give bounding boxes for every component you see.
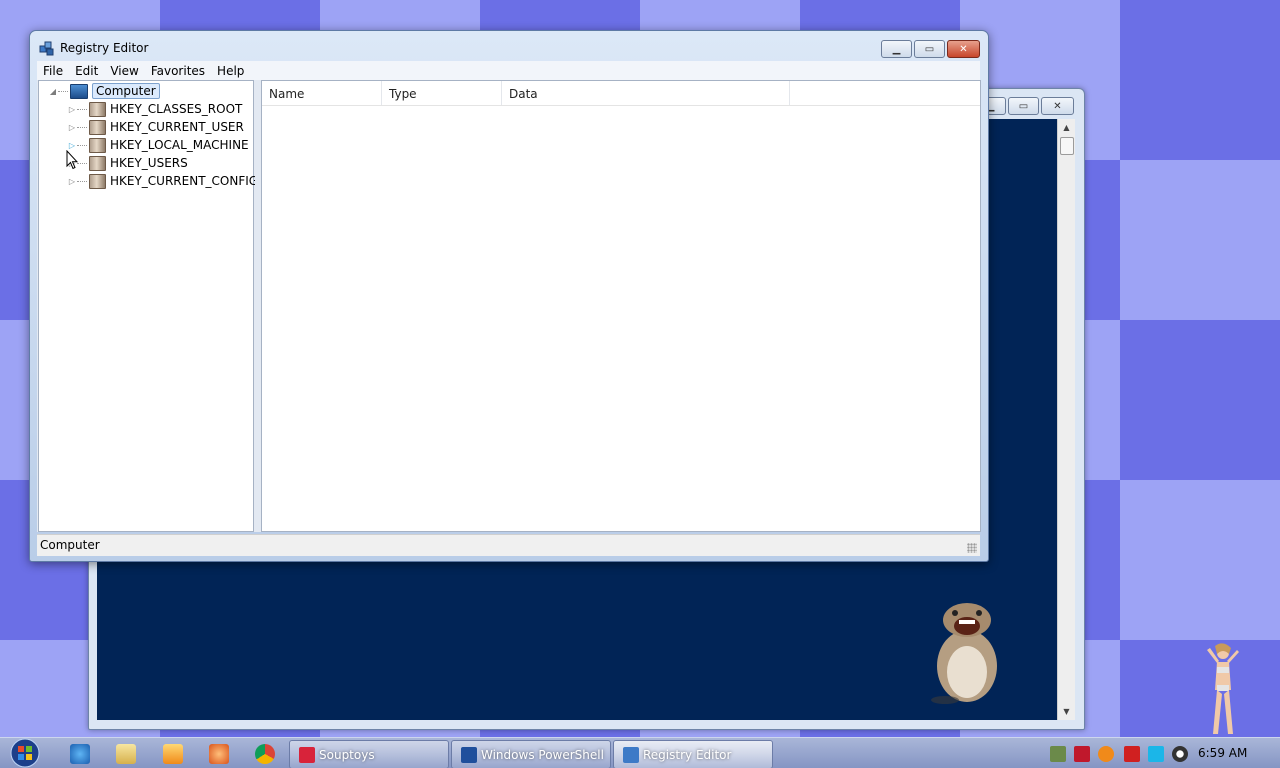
tray-network-icon[interactable] bbox=[1050, 746, 1066, 762]
tree-item-label: HKEY_CURRENT_USER bbox=[110, 120, 244, 134]
column-header-type[interactable]: Type bbox=[382, 81, 502, 105]
scroll-up-arrow-icon[interactable]: ▲ bbox=[1058, 119, 1075, 136]
tree-connector bbox=[77, 162, 87, 164]
scrollbar-thumb[interactable] bbox=[1060, 137, 1074, 155]
folder-icon bbox=[89, 173, 106, 189]
taskbar-item-registry-editor[interactable]: Registry Editor bbox=[613, 740, 773, 768]
tree-item-hkey-local-machine[interactable]: ▷ HKEY_LOCAL_MACHINE bbox=[67, 136, 249, 154]
registry-icon bbox=[623, 746, 639, 763]
folder-icon bbox=[89, 119, 106, 135]
tray-display-icon[interactable] bbox=[1148, 746, 1164, 762]
menu-file[interactable]: File bbox=[37, 64, 69, 78]
menu-bar: File Edit View Favorites Help bbox=[37, 61, 980, 81]
tree-item-hkey-classes-root[interactable]: ▷ HKEY_CLASSES_ROOT bbox=[67, 100, 242, 118]
tray-v-icon[interactable] bbox=[1074, 746, 1090, 762]
collapse-arrow-icon[interactable]: ◢ bbox=[48, 87, 58, 96]
powershell-window-controls: ▁ ▭ ✕ bbox=[975, 97, 1074, 115]
tree-item-label: HKEY_USERS bbox=[110, 156, 188, 170]
taskbar-item-powershell[interactable]: Windows PowerShell bbox=[451, 740, 611, 768]
registry-editor-icon bbox=[39, 41, 54, 56]
tree-item-hkey-users[interactable]: ▷ HKEY_USERS bbox=[67, 154, 188, 172]
taskbar-item-label: Registry Editor bbox=[643, 747, 732, 762]
minimize-button[interactable]: ▁ bbox=[881, 40, 912, 58]
media-player-icon[interactable] bbox=[163, 744, 183, 764]
tree-item-hkey-current-config[interactable]: ▷ HKEY_CURRENT_CONFIG bbox=[67, 172, 258, 190]
expand-arrow-icon[interactable]: ▷ bbox=[67, 177, 77, 186]
maximize-button[interactable]: ▭ bbox=[914, 40, 945, 58]
souptoys-icon bbox=[299, 746, 315, 763]
file-explorer-icon[interactable] bbox=[116, 744, 136, 764]
tree-connector bbox=[77, 126, 87, 128]
taskbar-item-label: Souptoys bbox=[319, 747, 375, 762]
tree-item-hkey-current-user[interactable]: ▷ HKEY_CURRENT_USER bbox=[67, 118, 244, 136]
taskbar-clock[interactable]: 6:59 AM bbox=[1198, 746, 1247, 760]
window-title: Registry Editor bbox=[60, 41, 149, 55]
chrome-icon[interactable] bbox=[255, 744, 275, 764]
tree-item-label: HKEY_LOCAL_MACHINE bbox=[110, 138, 249, 152]
taskbar-item-label: Windows PowerShell bbox=[481, 747, 604, 762]
menu-help[interactable]: Help bbox=[211, 64, 250, 78]
menu-favorites[interactable]: Favorites bbox=[145, 64, 211, 78]
mouse-cursor-icon bbox=[66, 150, 78, 170]
powershell-maximize-button[interactable]: ▭ bbox=[1008, 97, 1039, 115]
folder-icon bbox=[89, 155, 106, 171]
menu-view[interactable]: View bbox=[104, 64, 144, 78]
computer-icon bbox=[70, 83, 88, 99]
taskbar: Souptoys Windows PowerShell Registry Edi… bbox=[0, 737, 1280, 768]
taskbar-item-souptoys[interactable]: Souptoys bbox=[289, 740, 449, 768]
expand-arrow-icon[interactable]: ▷ bbox=[67, 141, 77, 150]
expand-arrow-icon[interactable]: ▷ bbox=[67, 123, 77, 132]
title-bar[interactable]: Registry Editor ▁ ▭ ✕ bbox=[30, 31, 988, 61]
tree-connector bbox=[77, 108, 87, 110]
hamster-mascot-icon[interactable] bbox=[925, 600, 1003, 705]
dancing-figure-icon[interactable] bbox=[1203, 642, 1243, 738]
list-header: Name Type Data bbox=[262, 81, 980, 106]
tree-item-label: HKEY_CURRENT_CONFIG bbox=[110, 174, 259, 188]
values-list[interactable]: Name Type Data bbox=[261, 80, 981, 532]
tray-search-icon[interactable] bbox=[1098, 746, 1114, 762]
status-bar: Computer bbox=[37, 534, 980, 556]
registry-editor-window[interactable]: Registry Editor ▁ ▭ ✕ File Edit View Fav… bbox=[29, 30, 989, 562]
key-tree[interactable]: ◢ Computer ▷ HKEY_CLASSES_ROOT ▷ HKEY_CU… bbox=[38, 80, 258, 532]
tree-connector bbox=[77, 180, 87, 182]
tray-flag-icon[interactable] bbox=[1124, 746, 1140, 762]
expand-arrow-icon[interactable]: ▷ bbox=[67, 105, 77, 114]
folder-icon bbox=[89, 137, 106, 153]
column-header-data[interactable]: Data bbox=[502, 81, 790, 105]
scroll-down-arrow-icon[interactable]: ▼ bbox=[1058, 703, 1075, 720]
editor-client-area: ◢ Computer ▷ HKEY_CLASSES_ROOT ▷ HKEY_CU… bbox=[37, 80, 981, 532]
powershell-scrollbar[interactable]: ▲ ▼ bbox=[1057, 119, 1075, 720]
paint-icon[interactable] bbox=[209, 744, 229, 764]
pane-splitter[interactable] bbox=[255, 80, 260, 532]
internet-explorer-icon[interactable] bbox=[70, 744, 90, 764]
tree-item-computer[interactable]: ◢ Computer bbox=[48, 82, 160, 100]
powershell-icon bbox=[461, 746, 477, 763]
powershell-close-button[interactable]: ✕ bbox=[1041, 97, 1074, 115]
status-text: Computer bbox=[40, 538, 100, 552]
resize-grip-icon[interactable] bbox=[967, 543, 977, 553]
tray-volume-icon[interactable] bbox=[1172, 746, 1188, 762]
column-header-name[interactable]: Name bbox=[262, 81, 382, 105]
menu-edit[interactable]: Edit bbox=[69, 64, 104, 78]
tree-item-label: HKEY_CLASSES_ROOT bbox=[110, 102, 243, 116]
start-button-icon[interactable] bbox=[6, 738, 44, 768]
tree-connector bbox=[77, 144, 87, 146]
tree-item-label: Computer bbox=[92, 83, 160, 99]
close-button[interactable]: ✕ bbox=[947, 40, 980, 58]
tree-connector bbox=[58, 90, 68, 92]
folder-icon bbox=[89, 101, 106, 117]
